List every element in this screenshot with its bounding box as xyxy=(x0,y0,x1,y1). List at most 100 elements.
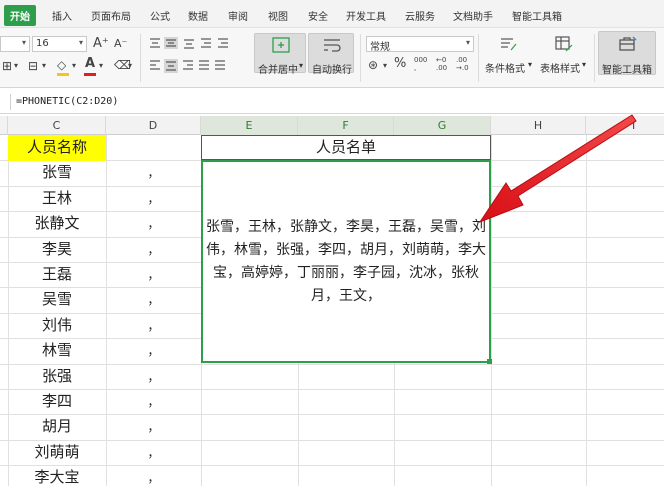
name-cell[interactable]: 胡月 xyxy=(8,414,106,440)
separator-cell[interactable]: ， xyxy=(106,160,201,186)
merge-center-button[interactable]: 合并居中 ▾ xyxy=(254,33,306,76)
table-style-button[interactable]: 表格样式 ▾ xyxy=(538,33,590,75)
separator-cell[interactable]: ， xyxy=(106,313,201,339)
gridline xyxy=(586,135,587,486)
name-cell[interactable]: 张强 xyxy=(8,364,106,390)
tab-security[interactable]: 安全 xyxy=(308,8,328,23)
name-cell[interactable]: 王林 xyxy=(8,186,106,212)
fill-handle[interactable] xyxy=(487,359,492,364)
tab-doc-assistant[interactable]: 文档助手 xyxy=(453,8,493,23)
column-header-i[interactable]: I xyxy=(586,116,664,135)
tab-page-layout[interactable]: 页面布局 xyxy=(91,8,131,23)
name-cell[interactable]: 李昊 xyxy=(8,237,106,263)
separator-cell[interactable]: ， xyxy=(106,465,201,486)
chevron-down-icon: ▾ xyxy=(528,60,533,69)
tab-home[interactable]: 开始 xyxy=(4,5,36,26)
separator-cell[interactable]: ， xyxy=(106,287,201,313)
separator-cell[interactable]: ， xyxy=(106,262,201,288)
smart-toolbox-button[interactable]: 智能工具箱 xyxy=(598,31,656,76)
merged-result-cell[interactable]: 张雪，王林，张静文，李昊，王磊，吴雪，刘伟，林雪，张强，李四，胡月，刘萌萌，李大… xyxy=(201,160,491,363)
title-cell[interactable]: 人员名单 xyxy=(201,135,491,160)
column-header-g[interactable]: G xyxy=(394,116,491,135)
chevron-down-icon[interactable]: ▾ xyxy=(42,59,46,73)
column-header-h[interactable]: H xyxy=(491,116,586,135)
conditional-format-button[interactable]: 条件格式 ▾ xyxy=(484,33,534,75)
separator-cell[interactable]: ， xyxy=(106,186,201,212)
merge-cells-icon xyxy=(272,37,290,53)
border-icon[interactable]: ⊞ xyxy=(2,59,12,73)
ribbon-separator xyxy=(140,34,141,82)
separator-cell[interactable]: ， xyxy=(106,389,201,415)
chevron-down-icon[interactable]: ▾ xyxy=(99,59,103,73)
tab-insert[interactable]: 插入 xyxy=(52,8,72,23)
name-cell[interactable]: 吴雪 xyxy=(8,287,106,313)
ribbon-separator xyxy=(594,34,595,82)
fill-color-bar xyxy=(57,73,69,76)
ribbon: ▾ 16 ▾ A⁺ A⁻ ⊞ ▾ ⊟ ▾ ◇ ▾ A ▾ ⌫ ▾ 合并居中 ▾ … xyxy=(0,28,664,88)
conditional-format-icon xyxy=(501,38,517,51)
decrease-font-icon[interactable]: A⁻ xyxy=(114,37,127,51)
menu-bar: 开始 插入 页面布局 公式 数据 审阅 视图 安全 开发工具 云服务 文档助手 … xyxy=(0,0,664,28)
tab-review[interactable]: 审阅 xyxy=(228,8,248,23)
increase-decimal-icon[interactable]: ←0.00 xyxy=(436,56,447,72)
table-style-icon xyxy=(555,36,573,52)
formula-bar: =PHONETIC(C2:D20) xyxy=(0,90,664,114)
increase-font-icon[interactable]: A⁺ xyxy=(93,37,109,51)
chevron-down-icon[interactable]: ▾ xyxy=(383,59,387,73)
chevron-down-icon: ▾ xyxy=(465,38,470,47)
separator-cell[interactable]: ， xyxy=(106,211,201,237)
separator-cell[interactable]: ， xyxy=(106,237,201,263)
sheet-grid[interactable]: 人员名称 张雪 王林 张静文 李昊 王磊 吴雪 刘伟 林雪 张强 李四 胡月 刘… xyxy=(0,135,664,486)
thousands-label: 000 xyxy=(414,56,428,64)
tab-cloud[interactable]: 云服务 xyxy=(405,8,435,23)
wrap-text-label: 自动换行 xyxy=(312,65,352,76)
name-cell[interactable]: 张静文 xyxy=(8,211,106,237)
thousands-icon[interactable]: 000, xyxy=(414,56,427,72)
separator-cell[interactable]: ， xyxy=(106,338,201,364)
name-cell[interactable]: 王磊 xyxy=(8,262,106,288)
column-header-f[interactable]: F xyxy=(298,116,394,135)
smart-toolbox-label: 智能工具箱 xyxy=(602,65,652,76)
font-size-value: 16 xyxy=(36,38,49,49)
chevron-down-icon[interactable]: ▾ xyxy=(72,59,76,73)
tab-formulas[interactable]: 公式 xyxy=(150,8,170,23)
chevron-down-icon[interactable]: ▾ xyxy=(128,59,132,73)
toolbox-icon xyxy=(619,36,637,51)
font-name-select[interactable]: ▾ xyxy=(0,36,30,52)
name-cell[interactable]: 刘萌萌 xyxy=(8,440,106,466)
column-header-c[interactable]: C xyxy=(8,116,106,135)
header-cell-names[interactable]: 人员名称 xyxy=(8,135,106,161)
name-cell[interactable]: 刘伟 xyxy=(8,313,106,339)
fill-color-icon[interactable]: ◇ xyxy=(57,58,66,72)
separator-cell[interactable]: ， xyxy=(106,414,201,440)
decrease-decimal-icon[interactable]: .00 →.0 xyxy=(456,56,469,72)
conditional-format-label: 条件格式 xyxy=(485,64,525,75)
wrap-text-button[interactable]: 自动换行 xyxy=(308,33,354,76)
separator-cell[interactable]: ， xyxy=(106,440,201,466)
chevron-down-icon: ▾ xyxy=(78,38,83,47)
font-color-icon[interactable]: A xyxy=(85,57,95,71)
separator-cell[interactable]: ， xyxy=(106,364,201,390)
font-size-select[interactable]: 16 ▾ xyxy=(32,36,87,52)
name-cell[interactable]: 李大宝 xyxy=(8,465,106,486)
name-cell[interactable]: 林雪 xyxy=(8,338,106,364)
tab-smart-toolbox[interactable]: 智能工具箱 xyxy=(512,8,562,23)
horizontal-align-icons[interactable] xyxy=(149,59,247,73)
column-header-e[interactable]: E xyxy=(201,116,298,135)
chevron-down-icon[interactable]: ▾ xyxy=(14,59,18,73)
name-cell[interactable]: 张雪 xyxy=(8,160,106,186)
tab-data[interactable]: 数据 xyxy=(188,8,208,23)
number-format-select[interactable]: 常规 ▾ xyxy=(366,36,474,53)
tab-view[interactable]: 视图 xyxy=(268,8,288,23)
chevron-down-icon: ▾ xyxy=(299,61,304,70)
currency-icon[interactable]: ⊛ xyxy=(368,58,378,72)
font-color-bar xyxy=(84,73,96,76)
column-header-d[interactable]: D xyxy=(106,116,201,135)
merged-result-text: 张雪，王林，张静文，李昊，王磊，吴雪，刘伟，林雪，张强，李四，胡月，刘萌萌，李大… xyxy=(206,218,486,304)
formula-input[interactable]: =PHONETIC(C2:D20) xyxy=(16,96,118,107)
tab-developer[interactable]: 开发工具 xyxy=(346,8,386,23)
cell-style-icon[interactable]: ⊟ xyxy=(28,59,38,73)
vertical-align-icons[interactable] xyxy=(149,37,229,49)
name-cell[interactable]: 李四 xyxy=(8,389,106,415)
percent-icon[interactable]: % xyxy=(394,57,406,71)
